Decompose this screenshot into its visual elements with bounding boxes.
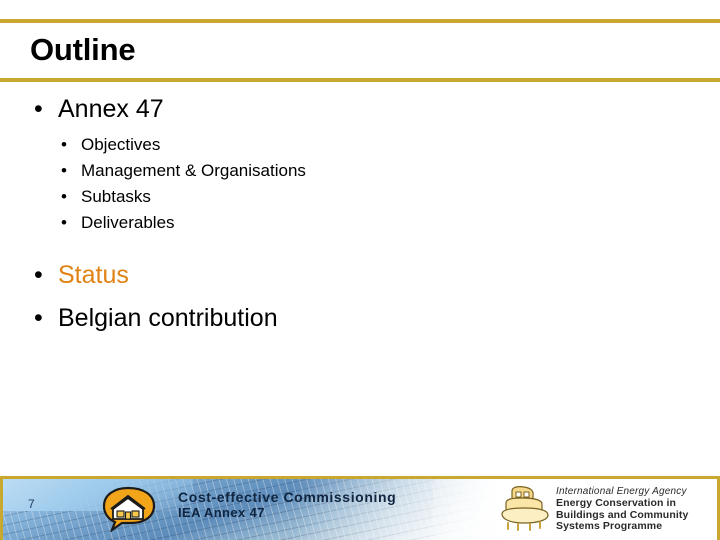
outline-list: • Annex 47 • Objectives • Management & O…: [0, 94, 720, 334]
outline-subitem-label: Deliverables: [81, 213, 175, 232]
bullet-icon: •: [34, 304, 43, 332]
outline-subitem-label: Management & Organisations: [81, 161, 306, 180]
bullet-icon: •: [61, 135, 67, 154]
project-title: Cost-effective Commissioning IEA Annex 4…: [178, 489, 397, 521]
outline-subitem-label: Subtasks: [81, 187, 151, 206]
bullet-icon: •: [61, 161, 67, 180]
iea-ecbcs-logo-icon: [500, 485, 550, 533]
page-title: Outline: [30, 32, 136, 67]
outline-item-label: Status: [58, 261, 129, 289]
bullet-icon: •: [61, 187, 67, 206]
project-title-line1: Cost-effective Commissioning: [178, 489, 397, 505]
slide: Outline • Annex 47 • Objectives • Manage…: [0, 0, 720, 540]
outline-item-label: Annex 47: [58, 95, 164, 123]
outline-item-status: • Status: [0, 260, 720, 291]
iea-programme-text: International Energy Agency Energy Conse…: [556, 486, 688, 533]
slide-number: 7: [28, 497, 35, 511]
outline-subitem-label: Objectives: [81, 135, 161, 154]
outline-item-belgian-contribution: • Belgian contribution: [0, 303, 720, 334]
outline-subitem-deliverables: • Deliverables: [0, 210, 720, 236]
bullet-icon: •: [34, 95, 43, 123]
title-rule-top: [0, 19, 720, 23]
outline-subitem-subtasks: • Subtasks: [0, 184, 720, 210]
outline-sublist-annex-47: • Objectives • Management & Organisation…: [0, 132, 720, 236]
outline-subitem-management: • Management & Organisations: [0, 158, 720, 184]
iea-programme-line3: Systems Programme: [556, 520, 663, 532]
project-title-line2: IEA Annex 47: [178, 505, 265, 520]
bullet-icon: •: [61, 213, 67, 232]
outline-subitem-objectives: • Objectives: [0, 132, 720, 158]
bullet-icon: •: [34, 261, 43, 289]
iea-programme-line1: Energy Conservation in: [556, 497, 677, 509]
outline-item-label: Belgian contribution: [58, 304, 278, 332]
cost-effective-commissioning-logo-icon: [100, 486, 162, 533]
outline-item-annex-47: • Annex 47: [0, 94, 720, 125]
title-rule-bottom: [0, 78, 720, 82]
